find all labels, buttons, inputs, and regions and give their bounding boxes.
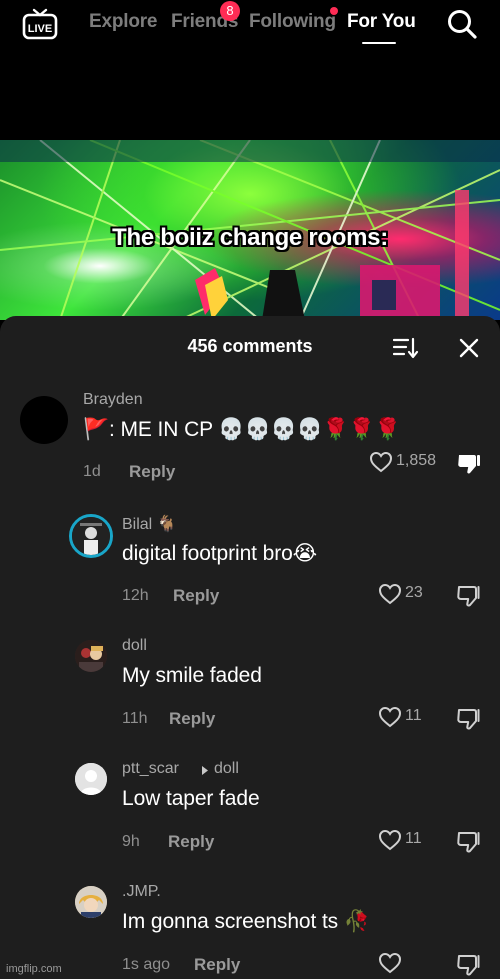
search-icon[interactable]	[446, 8, 478, 40]
avatar[interactable]	[75, 886, 107, 918]
reply-button[interactable]: Reply	[168, 832, 214, 852]
dislike-icon[interactable]	[456, 830, 482, 854]
dislike-filled-icon[interactable]	[456, 452, 482, 476]
comment-username[interactable]: doll	[122, 637, 147, 655]
comment-text: My smile faded	[122, 664, 262, 687]
comment-time: 9h	[122, 833, 140, 850]
comment-item: Bilal 🐐 digital footprint bro😭 12h Reply…	[0, 508, 500, 628]
active-tab-indicator	[362, 42, 396, 44]
comment-username[interactable]: Bilal 🐐	[122, 514, 177, 534]
like-button[interactable]	[378, 952, 408, 976]
friends-notification-badge: 8	[220, 1, 240, 21]
avatar[interactable]	[69, 514, 113, 558]
avatar[interactable]	[75, 763, 107, 795]
tab-explore[interactable]: Explore	[89, 11, 157, 33]
comment-item: Brayden 🚩: ME IN CP 💀💀💀💀🌹🌹🌹 1d Reply 1,8…	[0, 384, 500, 504]
following-notification-dot	[330, 7, 338, 15]
reply-to-username[interactable]: doll	[214, 760, 239, 778]
heart-icon	[378, 829, 402, 851]
comments-header: 456 comments	[0, 334, 500, 362]
like-button[interactable]: 11	[378, 706, 438, 730]
like-count: 23	[405, 584, 423, 601]
tab-for-you[interactable]: For You	[347, 11, 416, 33]
sort-icon[interactable]	[393, 336, 419, 360]
comment-username[interactable]: ptt_scar	[122, 760, 179, 778]
comment-time: 1d	[83, 463, 101, 480]
comment-item: ptt_scar doll Low taper fade 9h Reply 11	[0, 754, 500, 874]
like-button[interactable]: 1,858	[369, 451, 449, 475]
comment-text: 🚩: ME IN CP 💀💀💀💀🌹🌹🌹	[83, 418, 401, 441]
comment-text: Im gonna screenshot ts 🥀	[122, 910, 370, 933]
watermark: imgflip.com	[6, 963, 62, 975]
video-preview[interactable]: The boiiz change rooms:	[0, 140, 500, 320]
avatar-photo	[75, 886, 107, 918]
comment-text: Low taper fade	[122, 787, 260, 810]
comment-time: 1s ago	[122, 956, 171, 973]
dislike-icon[interactable]	[456, 707, 482, 731]
comment-item: doll My smile faded 11h Reply 11	[0, 631, 500, 751]
reply-button[interactable]: Reply	[129, 462, 175, 482]
comments-panel: 456 comments Brayden 🚩: ME IN CP 💀💀💀💀🌹🌹🌹…	[0, 316, 500, 979]
heart-icon	[378, 583, 402, 605]
reply-button[interactable]: Reply	[169, 709, 215, 729]
top-navigation-bar: LIVE Explore Friends Following For You 8	[0, 0, 500, 140]
heart-icon	[369, 451, 393, 473]
like-count: 11	[405, 830, 422, 847]
comment-item: .JMP. Im gonna screenshot ts 🥀 1s ago Re…	[0, 877, 500, 979]
comment-username[interactable]: Brayden	[83, 391, 143, 409]
heart-icon	[378, 952, 402, 974]
avatar[interactable]	[20, 396, 68, 444]
feed-tabs: Explore Friends Following For You	[0, 11, 500, 41]
like-count: 11	[405, 707, 422, 724]
comment-time: 12h	[122, 587, 149, 604]
reply-button[interactable]: Reply	[194, 955, 240, 975]
close-icon[interactable]	[458, 337, 480, 359]
default-avatar-icon	[75, 763, 107, 795]
like-count: 1,858	[396, 452, 437, 469]
heart-icon	[378, 706, 402, 728]
comment-text: digital footprint bro😭	[122, 542, 318, 565]
comments-count-title: 456 comments	[187, 336, 313, 356]
avatar-photo	[75, 640, 107, 672]
comment-time: 11h	[122, 710, 148, 727]
like-button[interactable]: 23	[378, 583, 438, 607]
reply-button[interactable]: Reply	[173, 586, 219, 606]
comment-username[interactable]: .JMP.	[122, 883, 161, 901]
video-caption: The boiiz change rooms:	[112, 224, 388, 251]
reply-arrow-icon	[202, 766, 208, 775]
avatar[interactable]	[75, 640, 107, 672]
like-button[interactable]: 11	[378, 829, 438, 853]
dislike-icon[interactable]	[456, 584, 482, 608]
avatar-photo	[72, 517, 110, 555]
tab-following[interactable]: Following	[249, 11, 336, 33]
dislike-icon[interactable]	[456, 953, 482, 977]
